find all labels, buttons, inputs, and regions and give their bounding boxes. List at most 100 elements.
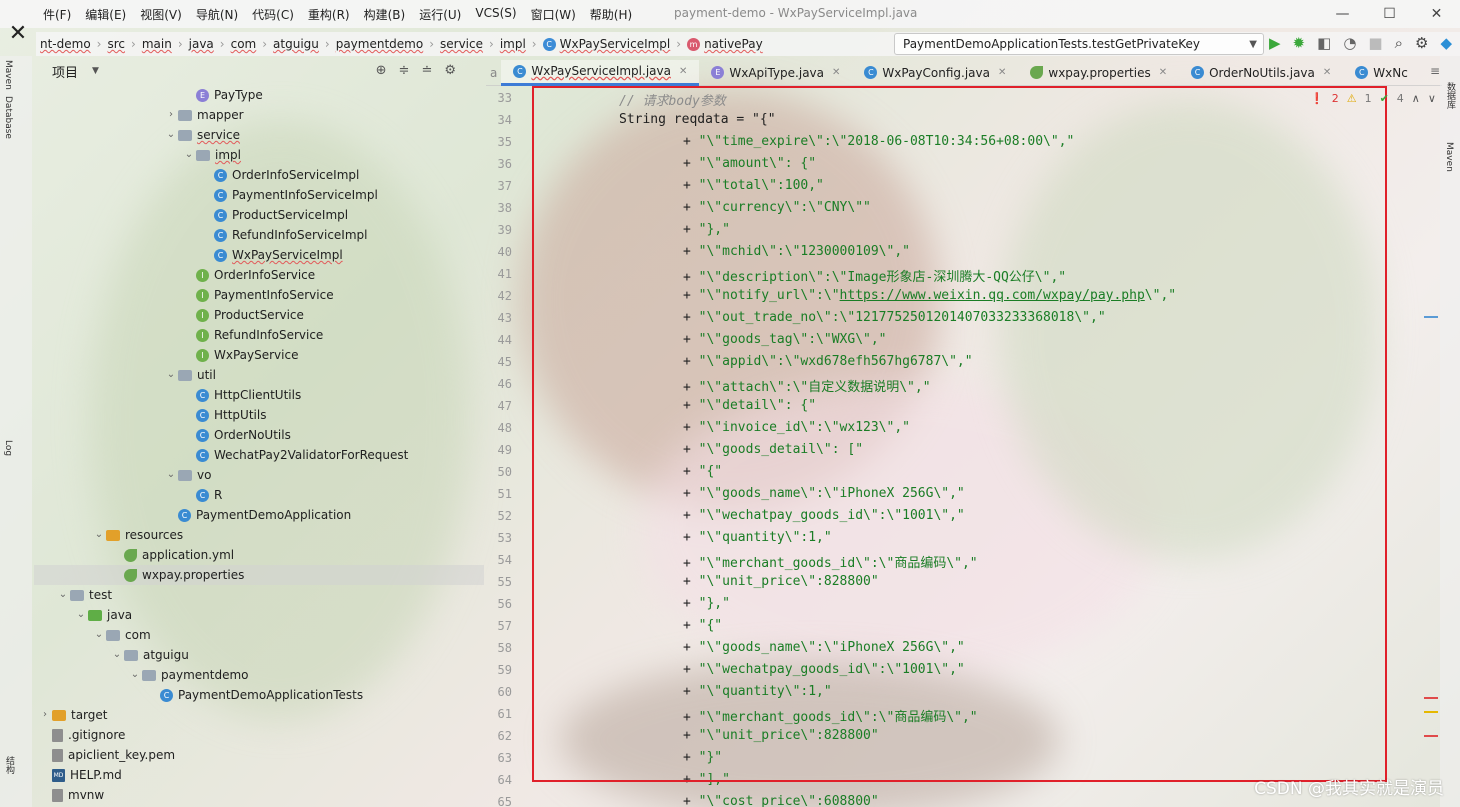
chevron-down-icon[interactable]: ⌄: [164, 125, 178, 145]
tree-item[interactable]: wxpay.properties: [34, 565, 484, 585]
locate-icon[interactable]: ⊕: [376, 63, 387, 78]
tree-item[interactable]: ⌄ com: [34, 625, 484, 645]
profile-icon[interactable]: ◔: [1343, 34, 1356, 52]
code-link[interactable]: https://www.weixin.qq.com/wxpay/pay.php: [840, 288, 1145, 303]
chevron-down-icon[interactable]: ⌄: [110, 645, 124, 665]
tree-item[interactable]: mvnw: [34, 785, 484, 805]
stop-icon[interactable]: ■: [1368, 34, 1382, 52]
tree-item[interactable]: E PayType: [34, 85, 484, 105]
chevron-down-icon[interactable]: ⌄: [128, 665, 142, 685]
tree-item[interactable]: C OrderNoUtils: [34, 425, 484, 445]
menu-item[interactable]: 导航(N): [189, 6, 245, 23]
chevron-right-icon[interactable]: ›: [164, 105, 178, 125]
maximize-button[interactable]: ☐: [1366, 0, 1413, 28]
tree-item[interactable]: C HttpUtils: [34, 405, 484, 425]
chevron-down-icon[interactable]: ▼: [92, 66, 99, 76]
breadcrumb-item[interactable]: impl ›: [500, 37, 543, 51]
tree-item[interactable]: C WechatPay2ValidatorForRequest: [34, 445, 484, 465]
tree-item[interactable]: I OrderInfoService: [34, 265, 484, 285]
close-window-button[interactable]: ✕: [1413, 0, 1460, 28]
tree-item[interactable]: I ProductService: [34, 305, 484, 325]
log-tool-label[interactable]: Log: [3, 440, 13, 456]
breadcrumb-item[interactable]: paymentdemo ›: [336, 37, 440, 51]
maven-tool-label[interactable]: Maven: [3, 60, 13, 90]
menu-item[interactable]: 重构(R): [301, 6, 357, 23]
inspection-indicators[interactable]: ❗ 2 ⚠ 1 ✔ 4 ∧ ∨: [1310, 92, 1436, 105]
tree-item[interactable]: C PaymentInfoServiceImpl: [34, 185, 484, 205]
close-tab-icon[interactable]: ✕: [679, 66, 687, 77]
close-tab-icon[interactable]: ✕: [1323, 67, 1331, 78]
editor-tab[interactable]: C WxNc: [1343, 60, 1420, 86]
close-tab-icon[interactable]: ✕: [832, 67, 840, 78]
close-tab-icon[interactable]: ✕: [998, 67, 1006, 78]
tree-item[interactable]: C WxPayServiceImpl: [34, 245, 484, 265]
chevron-up-icon[interactable]: ∧: [1412, 92, 1420, 105]
menu-item[interactable]: 代码(C): [245, 6, 301, 23]
tree-item[interactable]: CR: [34, 485, 484, 505]
editor-tab[interactable]: C WxPayServiceImpl.java ✕: [501, 59, 700, 86]
tree-item[interactable]: C PaymentDemoApplicationTests: [34, 685, 484, 705]
close-icon[interactable]: ✕: [2, 22, 34, 46]
tree-item[interactable]: ⌄ test: [34, 585, 484, 605]
breadcrumb-item[interactable]: C WxPayServiceImpl ›: [542, 37, 687, 51]
maven-tool-label[interactable]: Maven: [1444, 142, 1454, 172]
breadcrumb-item[interactable]: m nativePay: [687, 37, 763, 51]
menu-item[interactable]: 运行(U): [412, 6, 468, 23]
chevron-down-icon[interactable]: ⌄: [74, 605, 88, 625]
tree-item[interactable]: ⌄ vo: [34, 465, 484, 485]
tree-item[interactable]: ⌄ paymentdemo: [34, 665, 484, 685]
chevron-down-icon[interactable]: ⌄: [92, 525, 106, 545]
tab-overflow[interactable]: a: [486, 60, 501, 86]
chevron-down-icon[interactable]: ⌄: [92, 625, 106, 645]
tree-item[interactable]: ⌄ impl: [34, 145, 484, 165]
gear-icon[interactable]: ⚙: [1415, 34, 1428, 52]
tree-item[interactable]: I PaymentInfoService: [34, 285, 484, 305]
tree-item[interactable]: ⌄ java: [34, 605, 484, 625]
tree-item[interactable]: application.yml: [34, 545, 484, 565]
chevron-down-icon[interactable]: ∨: [1428, 92, 1436, 105]
chevron-down-icon[interactable]: ⌄: [164, 365, 178, 385]
tree-item[interactable]: › target: [34, 705, 484, 725]
code-editor[interactable]: // 请求body参数 String reqdata = "{" + "\"time…: [540, 88, 1430, 807]
breadcrumb-item[interactable]: com ›: [231, 37, 273, 51]
tree-item[interactable]: › mapper: [34, 105, 484, 125]
tree-item[interactable]: I WxPayService: [34, 345, 484, 365]
menu-item[interactable]: VCS(S): [468, 6, 523, 23]
tree-item[interactable]: ⌄ resources: [34, 525, 484, 545]
database-tool-label[interactable]: 数据库: [1444, 82, 1457, 109]
tree-item[interactable]: .gitignore: [34, 725, 484, 745]
chevron-down-icon[interactable]: ⌄: [56, 585, 70, 605]
chevron-down-icon[interactable]: ⌄: [164, 465, 178, 485]
gear-icon[interactable]: ⚙: [444, 63, 456, 78]
tree-item[interactable]: C PaymentDemoApplication: [34, 505, 484, 525]
collapse-all-icon[interactable]: ≐: [421, 63, 432, 78]
expand-all-icon[interactable]: ≑: [399, 63, 410, 78]
tree-item[interactable]: C OrderInfoServiceImpl: [34, 165, 484, 185]
debug-icon[interactable]: ✹: [1293, 34, 1306, 52]
tree-item[interactable]: C ProductServiceImpl: [34, 205, 484, 225]
tree-item[interactable]: ⌄ service: [34, 125, 484, 145]
run-configuration-select[interactable]: PaymentDemoApplicationTests.testGetPriva…: [894, 33, 1264, 55]
breadcrumb-item[interactable]: main ›: [142, 37, 189, 51]
database-tool-label[interactable]: Database: [3, 96, 13, 139]
editor-tab[interactable]: wxpay.properties ✕: [1018, 60, 1179, 86]
breadcrumb-item[interactable]: atguigu ›: [273, 37, 336, 51]
run-icon[interactable]: ▶: [1269, 34, 1281, 52]
tree-item[interactable]: apiclient_key.pem: [34, 745, 484, 765]
project-pane-title[interactable]: 项目: [52, 62, 78, 81]
tree-item[interactable]: ⌄ util: [34, 365, 484, 385]
close-tab-icon[interactable]: ✕: [1159, 67, 1167, 78]
tree-item[interactable]: I RefundInfoService: [34, 325, 484, 345]
tree-item[interactable]: MD HELP.md: [34, 765, 484, 785]
menu-item[interactable]: 编辑(E): [78, 6, 133, 23]
search-icon[interactable]: ⌕: [1395, 34, 1403, 52]
menu-item[interactable]: 窗口(W): [524, 6, 583, 23]
editor-tab[interactable]: C OrderNoUtils.java ✕: [1179, 60, 1343, 86]
chevron-right-icon[interactable]: ›: [38, 705, 52, 725]
coverage-icon[interactable]: ◧: [1317, 34, 1331, 52]
tree-item[interactable]: ⌄ atguigu: [34, 645, 484, 665]
editor-tab[interactable]: C WxPayConfig.java ✕: [852, 60, 1018, 86]
chevron-down-icon[interactable]: ⌄: [182, 145, 196, 165]
menu-item[interactable]: 帮助(H): [583, 6, 639, 23]
minimize-button[interactable]: —: [1319, 0, 1366, 28]
